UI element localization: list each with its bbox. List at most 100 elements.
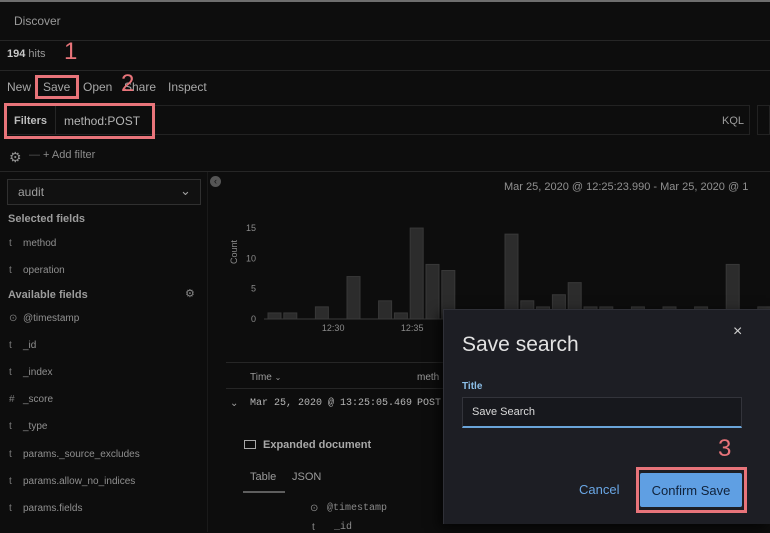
tab-json[interactable]: JSON (292, 471, 321, 483)
field-name: _type (23, 421, 48, 432)
y-ticks: 0 5 10 15 (246, 223, 256, 324)
field-item[interactable]: ⊙ @timestamp (9, 313, 79, 324)
field-item[interactable]: t method (9, 238, 56, 249)
field-item[interactable]: t params._source_excludes (9, 449, 140, 460)
field-type-icon: t (9, 265, 12, 276)
calendar-button[interactable] (757, 105, 770, 135)
field-item[interactable]: # _score (9, 394, 53, 405)
field-item[interactable]: t _id (9, 340, 36, 351)
divider (0, 40, 770, 41)
field-type-icon: t (9, 421, 12, 432)
gear-icon[interactable]: ⚙ (9, 149, 22, 166)
menu-inspect[interactable]: Inspect (168, 80, 207, 94)
divider (0, 70, 770, 71)
hits-label: hits (28, 48, 46, 60)
field-type-icon: ⊙ (9, 313, 18, 324)
x-tick-label: 12:30 (322, 323, 345, 333)
field-type-icon: t (9, 340, 12, 351)
close-icon[interactable]: × (733, 323, 742, 341)
field-type-icon: t (9, 367, 12, 378)
available-fields-title: Available fields (8, 289, 88, 301)
field-type-icon: t (9, 449, 12, 460)
index-pattern-value: audit (18, 185, 45, 199)
hits-number: 194 (7, 48, 26, 60)
collapse-sidebar-icon[interactable]: ‹ (210, 176, 221, 187)
sort-icon: ⌄ (274, 373, 282, 382)
y-tick-label: 0 (251, 314, 256, 324)
annotation-marker-1: 1 (64, 38, 78, 65)
annotation-box-1 (35, 75, 79, 99)
modal-title: Save search (462, 333, 579, 356)
tab-underline (243, 491, 285, 493)
field-name: params.fields (23, 503, 83, 514)
y-tick-label: 5 (251, 284, 256, 294)
field-name: params.allow_no_indices (23, 476, 136, 487)
window-top-border (0, 0, 770, 2)
y-tick-label: 10 (246, 253, 256, 263)
text-type-icon: t (312, 522, 315, 533)
chart-bar[interactable] (267, 312, 282, 320)
gear-icon[interactable]: ⚙ (185, 287, 195, 300)
field-item[interactable]: t _type (9, 421, 47, 432)
cancel-button[interactable]: Cancel (579, 482, 619, 497)
title-input[interactable] (462, 397, 742, 428)
doc-field-timestamp: @timestamp (327, 503, 388, 514)
chart-bar[interactable] (425, 263, 440, 320)
field-name: @timestamp (23, 313, 80, 324)
field-item[interactable]: t params.allow_no_indices (9, 476, 135, 487)
column-time-label: Time (250, 372, 272, 383)
column-method[interactable]: meth (417, 372, 439, 383)
sidebar-divider (207, 172, 208, 532)
time-range: Mar 25, 2020 @ 12:25:23.990 - Mar 25, 20… (504, 181, 749, 193)
chevron-down-icon: ⌄ (180, 183, 191, 198)
field-name: _id (23, 340, 37, 351)
hits-count: 194 hits (7, 48, 46, 60)
expanded-document-label: Expanded document (263, 439, 372, 451)
chart-bar[interactable] (504, 233, 519, 320)
field-item[interactable]: t _index (9, 367, 52, 378)
field-name: operation (23, 265, 65, 276)
field-type-icon: # (9, 394, 15, 405)
bars (267, 227, 770, 320)
annotation-box-3 (636, 467, 747, 513)
field-name: params._source_excludes (23, 449, 140, 460)
divider (0, 171, 770, 172)
row-method: POST (417, 398, 442, 409)
chart-bar[interactable] (393, 312, 408, 320)
annotation-marker-2: 2 (121, 70, 135, 97)
y-axis-label: Count (229, 240, 239, 265)
title-field-label: Title (462, 381, 483, 392)
separator-icon: — (29, 149, 40, 161)
app-title: Discover (14, 14, 61, 28)
kql-toggle[interactable]: KQL (722, 115, 744, 127)
field-name: _score (23, 394, 54, 405)
x-tick-label: 12:35 (401, 323, 424, 333)
y-tick-label: 15 (246, 223, 256, 233)
clock-icon: ⊙ (310, 503, 319, 514)
chart-bar[interactable] (378, 300, 393, 320)
field-name: _index (23, 367, 53, 378)
field-item[interactable]: t params.fields (9, 503, 82, 514)
row-time: Mar 25, 2020 @ 13:25:05.469 (250, 398, 413, 409)
x-ticks: 12:30 12:35 (322, 323, 424, 333)
annotation-marker-3: 3 (718, 435, 732, 462)
selected-fields-title: Selected fields (8, 213, 86, 225)
menu-new[interactable]: New (7, 80, 31, 94)
chart-bar[interactable] (314, 306, 329, 320)
annotation-box-2 (4, 103, 155, 139)
chart-bar[interactable] (346, 276, 361, 320)
add-filter-link[interactable]: + Add filter (43, 149, 95, 161)
field-type-icon: t (9, 503, 12, 514)
menu-open[interactable]: Open (83, 80, 112, 94)
tab-table[interactable]: Table (250, 471, 276, 483)
field-type-icon: t (9, 476, 12, 487)
field-item[interactable]: t operation (9, 265, 65, 276)
folder-icon (244, 440, 256, 449)
field-name: method (23, 238, 57, 249)
column-time[interactable]: Time ⌄ (250, 372, 281, 383)
chevron-down-icon[interactable]: ⌄ (230, 398, 238, 409)
chart-bar[interactable] (283, 312, 298, 320)
field-type-icon: t (9, 238, 12, 249)
doc-field-id: _id (334, 522, 353, 533)
chart-bar[interactable] (409, 227, 424, 320)
